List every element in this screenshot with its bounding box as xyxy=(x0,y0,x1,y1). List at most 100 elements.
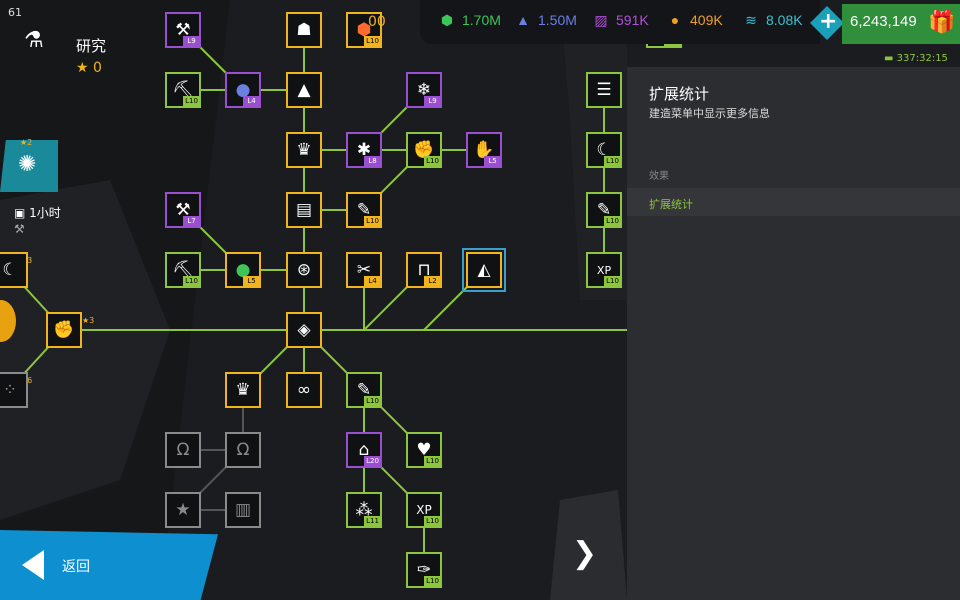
tree-node-27[interactable]: ✑ L10 xyxy=(406,552,442,588)
crown-wave-icon: ♛ xyxy=(296,139,312,160)
tree-node-selected[interactable]: ◭ xyxy=(462,248,506,292)
tree-node-4[interactable]: ⛏ L10 xyxy=(165,72,201,108)
tree-node-25[interactable]: ⁂ L11 xyxy=(346,492,382,528)
resource-green: ⬢ 1.70M xyxy=(436,12,501,29)
effect-row: 扩展统计 xyxy=(627,188,960,216)
tree-node-8[interactable]: ♛ xyxy=(286,132,322,168)
resource-teal-value: 8.08K xyxy=(766,12,803,28)
resource-orange: ● 409K xyxy=(664,12,723,28)
tree-node-10[interactable]: ✊ L10 xyxy=(406,132,442,168)
gift-icon[interactable]: 🎁 xyxy=(928,10,955,35)
tree-node-right-1[interactable]: ☾ L10 xyxy=(586,132,622,168)
node-level: L7 xyxy=(183,216,200,227)
resource-green-value: 1.70M xyxy=(462,12,501,28)
tree-node-right-doc[interactable]: ☰ xyxy=(586,72,622,108)
tree-node-right-3[interactable]: XP L10 xyxy=(586,252,622,288)
tree-node-19[interactable]: ⊓ L2 xyxy=(406,252,442,288)
node-level: L4 xyxy=(243,96,260,107)
tree-node-26[interactable]: XP L10 xyxy=(406,492,442,528)
node-level: L10 xyxy=(424,576,441,587)
resource-blue: ▲ 1.50M xyxy=(512,12,577,28)
orange-ball-icon: ● xyxy=(670,12,680,28)
tree-node-21[interactable]: ∞ xyxy=(286,372,322,408)
resource-teal: ≋ 8.08K xyxy=(740,12,803,29)
panel-title: 扩展统计 xyxy=(649,85,710,103)
tree-node-edge-a[interactable]: ☾ xyxy=(0,252,28,288)
tree-node-16[interactable]: ● L5 xyxy=(225,252,261,288)
left-star-a-count: 2 xyxy=(27,138,33,147)
tree-node-20[interactable]: ♛ xyxy=(225,372,261,408)
tree-node-right-2[interactable]: ✎ L10 xyxy=(586,192,622,228)
tree-node-18[interactable]: ✂ L4 xyxy=(346,252,382,288)
detail-panel: 扩展统计 建造菜单中显示更多信息 效果 扩展统计 xyxy=(627,67,960,600)
magnet-icon: Ω xyxy=(176,439,190,460)
tree-node-6[interactable]: ▲ xyxy=(286,72,322,108)
tree-node-7[interactable]: ❄ L9 xyxy=(406,72,442,108)
node-level: L9 xyxy=(183,36,200,47)
shell-icon: ✺ xyxy=(18,152,37,177)
node-level: L10 xyxy=(424,456,441,467)
tree-node-5[interactable]: ● L4 xyxy=(225,72,261,108)
node-level: L10 xyxy=(424,516,441,527)
plus-icon: + xyxy=(819,9,838,34)
node-level: L5 xyxy=(243,276,260,287)
next-arrow-button[interactable]: ❯ xyxy=(572,536,597,571)
node-level: L10 xyxy=(604,216,621,227)
build-time: ▣ 1小时 xyxy=(14,204,61,221)
tree-node-12[interactable]: ⚒ L7 xyxy=(165,192,201,228)
tree-node-13[interactable]: ▤ xyxy=(286,192,322,228)
selected-building-card[interactable]: ✺ xyxy=(0,140,58,192)
panel-subtitle: 建造菜单中显示更多信息 xyxy=(649,107,770,120)
clock-box-icon: ▣ xyxy=(14,206,26,220)
cash-value: 6,243,149 xyxy=(850,13,917,30)
pyramid-icon: ▲ xyxy=(297,79,311,100)
timer-value: 337:32:15 xyxy=(896,53,948,64)
tree-node-locked-4[interactable]: ▥ xyxy=(225,492,261,528)
node-level: L10 xyxy=(604,276,621,287)
tree-node-15[interactable]: ⛏ L10 xyxy=(165,252,201,288)
tree-node-hub[interactable]: ◈ xyxy=(286,312,322,348)
rocks-icon: ☗ xyxy=(296,19,312,40)
tree-node-1[interactable]: ⚒ L9 xyxy=(165,12,201,48)
tree-node-14[interactable]: ✎ L10 xyxy=(346,192,382,228)
resource-orange-value: 409K xyxy=(690,12,723,28)
tree-node-22[interactable]: ✎ L10 xyxy=(346,372,382,408)
tree-node-locked-1[interactable]: Ω xyxy=(165,432,201,468)
back-button[interactable]: 返回 xyxy=(0,530,218,600)
tree-node-locked-2[interactable]: Ω xyxy=(225,432,261,468)
fist-icon: ✊ xyxy=(53,319,75,340)
tree-node-2[interactable]: ☗ xyxy=(286,12,322,48)
tree-node-locked-3[interactable]: ★ xyxy=(165,492,201,528)
hub-icon: ◈ xyxy=(297,319,311,340)
research-star-count: 0 xyxy=(93,60,102,76)
crown-icon: ♛ xyxy=(235,379,251,400)
document-icon: ☰ xyxy=(596,79,612,100)
tree-node-edge-b[interactable]: ⁘ xyxy=(0,372,28,408)
counter-icon: ▤ xyxy=(295,199,313,220)
node-level: L5 xyxy=(484,156,501,167)
tree-node-17[interactable]: ⊛ xyxy=(286,252,322,288)
node-level: L10 xyxy=(604,156,621,167)
tree-node-fist-left[interactable]: ✊ xyxy=(46,312,82,348)
infinity-icon: ∞ xyxy=(296,379,312,400)
node-level: L10 xyxy=(364,216,381,227)
resource-purple: ▨ 591K xyxy=(590,12,648,29)
node-level: L8 xyxy=(364,156,381,167)
partial-resource: 00 xyxy=(368,14,386,30)
wrench-icon: ⚒ xyxy=(14,222,25,236)
teal-bolt-icon: ≋ xyxy=(745,12,757,28)
star-icon: ★ xyxy=(76,60,89,76)
node-level: L9 xyxy=(424,96,441,107)
tree-node-23[interactable]: ⌂ L20 xyxy=(346,432,382,468)
node-level: L10 xyxy=(364,36,381,47)
node-level: L11 xyxy=(364,516,381,527)
tree-node-24[interactable]: ♥ L10 xyxy=(406,432,442,468)
build-time-value: 1小时 xyxy=(29,206,61,220)
research-title: 研究 xyxy=(76,37,107,55)
tree-node-9[interactable]: ✱ L8 xyxy=(346,132,382,168)
tree-node-11[interactable]: ✋ L5 xyxy=(466,132,502,168)
dots-icon: ⁘ xyxy=(2,379,18,400)
left-star-a: ★2 xyxy=(20,138,33,147)
effect-item: 扩展统计 xyxy=(649,198,693,211)
node-level: L2 xyxy=(424,276,441,287)
